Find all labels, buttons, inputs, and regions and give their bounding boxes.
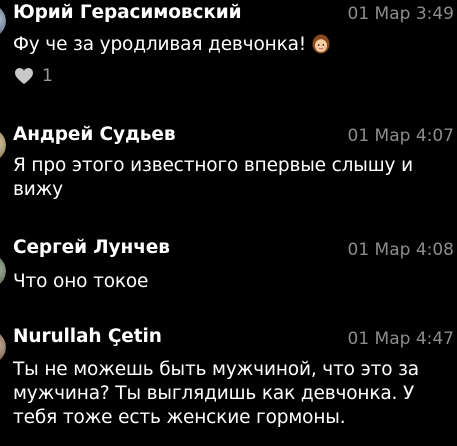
avatar[interactable] <box>0 330 6 364</box>
comment-text: Что оно токое <box>13 271 149 292</box>
girl-face-emoji-icon <box>312 34 330 54</box>
like-button[interactable]: 1 <box>14 66 53 86</box>
comment-text: Ты не можешь быть мужчиной, что это за м… <box>13 359 419 428</box>
avatar[interactable] <box>0 254 6 288</box>
comment-timestamp: 01 Мар 4:47 <box>347 329 455 349</box>
comment-text: Я про этого известного впервые слышу и в… <box>13 155 413 200</box>
comment-item: Nurullah Çetin 01 Мар 4:47 Ты не можешь … <box>0 320 457 446</box>
heart-icon <box>15 68 33 84</box>
comment-author[interactable]: Андрей Судьев <box>13 124 176 145</box>
comment-item: Андрей Судьев 01 Мар 4:07 Я про этого из… <box>0 120 457 216</box>
comment-timestamp: 01 Мар 4:07 <box>347 126 455 146</box>
comment-timestamp: 01 Мар 3:49 <box>347 4 455 24</box>
comment-text-content: Фу че за уродливая девчонка! <box>13 34 307 55</box>
comment-author[interactable]: Nurullah Çetin <box>13 326 162 347</box>
comment-author[interactable]: Юрий Герасимовский <box>13 2 242 23</box>
comment-item: Сергей Лунчев 01 Мар 4:08 Что оно токое <box>0 232 457 302</box>
like-count: 1 <box>42 66 53 86</box>
avatar[interactable] <box>0 4 6 38</box>
comment-text: Фу че за уродливая девчонка! <box>13 33 457 57</box>
avatar[interactable] <box>0 128 6 162</box>
comment-timestamp: 01 Мар 4:08 <box>347 240 455 260</box>
comment-item: Юрий Герасимовский 01 Мар 3:49 Фу че за … <box>0 0 457 100</box>
comment-author[interactable]: Сергей Лунчев <box>13 237 170 258</box>
comment-feed: Юрий Герасимовский 01 Мар 3:49 Фу че за … <box>0 0 457 446</box>
